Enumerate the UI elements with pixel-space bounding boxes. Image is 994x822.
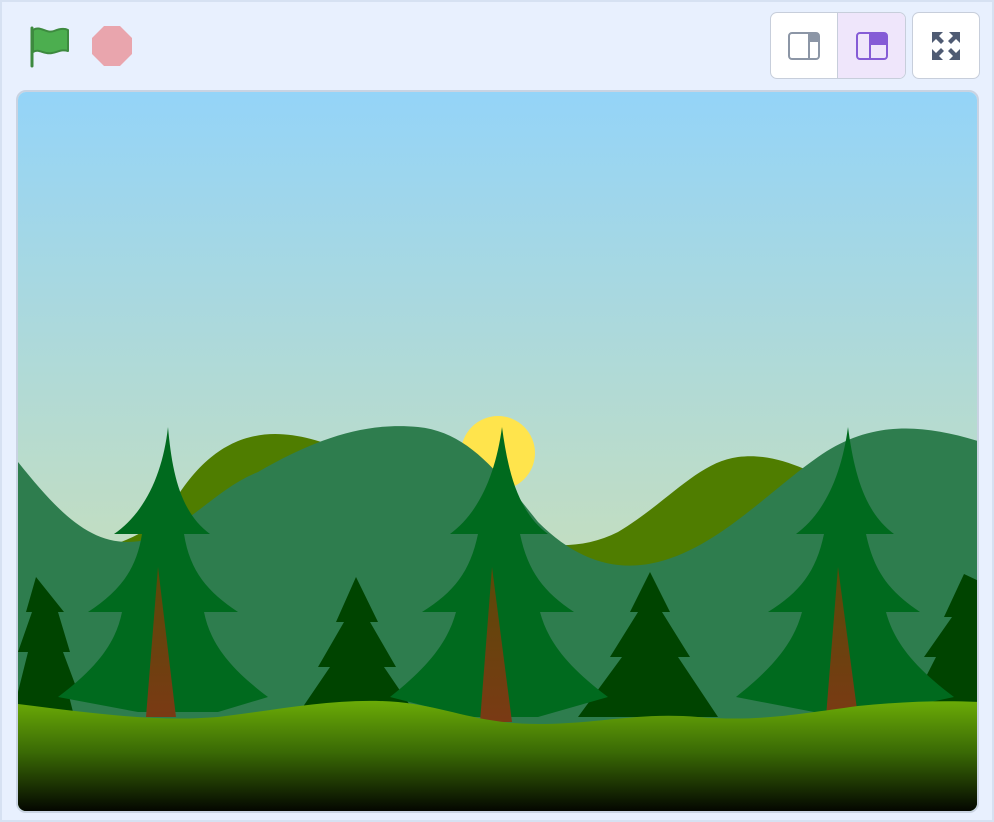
stage-size-toggle (770, 12, 906, 79)
green-flag-icon (30, 26, 69, 68)
stop-button[interactable] (88, 22, 136, 70)
fullscreen-icon (932, 31, 960, 60)
stage-panel (0, 0, 994, 822)
normal-stage-icon (855, 31, 888, 60)
green-flag-button[interactable] (24, 22, 72, 70)
small-stage-button[interactable] (771, 13, 838, 78)
forest-backdrop (18, 92, 977, 811)
stage-canvas[interactable] (16, 90, 979, 813)
normal-stage-button[interactable] (838, 13, 905, 78)
fullscreen-button[interactable] (912, 12, 980, 79)
small-stage-icon (788, 31, 820, 60)
stage-toolbar (2, 2, 994, 90)
stop-octagon-icon (92, 26, 132, 66)
